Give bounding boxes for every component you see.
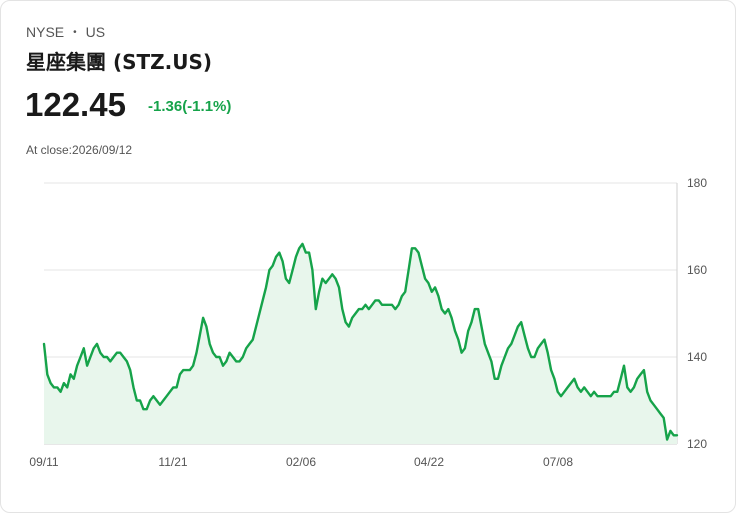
price-chart[interactable]: 120 140 160 180 09/11 11/21 02/06 04/22 07/08 [1,166,736,476]
current-price: 122.45 [25,86,126,123]
country-code: US [85,24,106,40]
price-area [44,243,677,444]
y-tick-label: 140 [687,350,707,364]
y-tick-label: 160 [687,263,707,277]
stock-name: 星座集團 (STZ.US) [26,50,213,74]
y-tick-label: 180 [687,176,707,190]
exchange-name: NYSE [26,24,65,40]
x-tick-label: 09/11 [29,455,58,469]
x-tick-label: 04/22 [414,455,444,469]
close-date: At close:2026/09/12 [26,143,133,157]
x-tick-label: 11/21 [158,455,187,469]
x-tick-label: 02/06 [286,455,316,469]
price-chart-svg: 120 140 160 180 09/11 11/21 02/06 04/22 07/08 [29,176,707,469]
y-tick-label: 120 [687,437,707,451]
stock-quote-card: NYSE • US 星座集團 (STZ.US) 122.45 -1.36(-1.… [0,0,736,513]
price-change: -1.36(-1.1%) [148,98,232,115]
exchange-line: NYSE • US [26,24,105,40]
separator-dot: • [73,26,77,38]
x-tick-label: 07/08 [543,455,573,469]
